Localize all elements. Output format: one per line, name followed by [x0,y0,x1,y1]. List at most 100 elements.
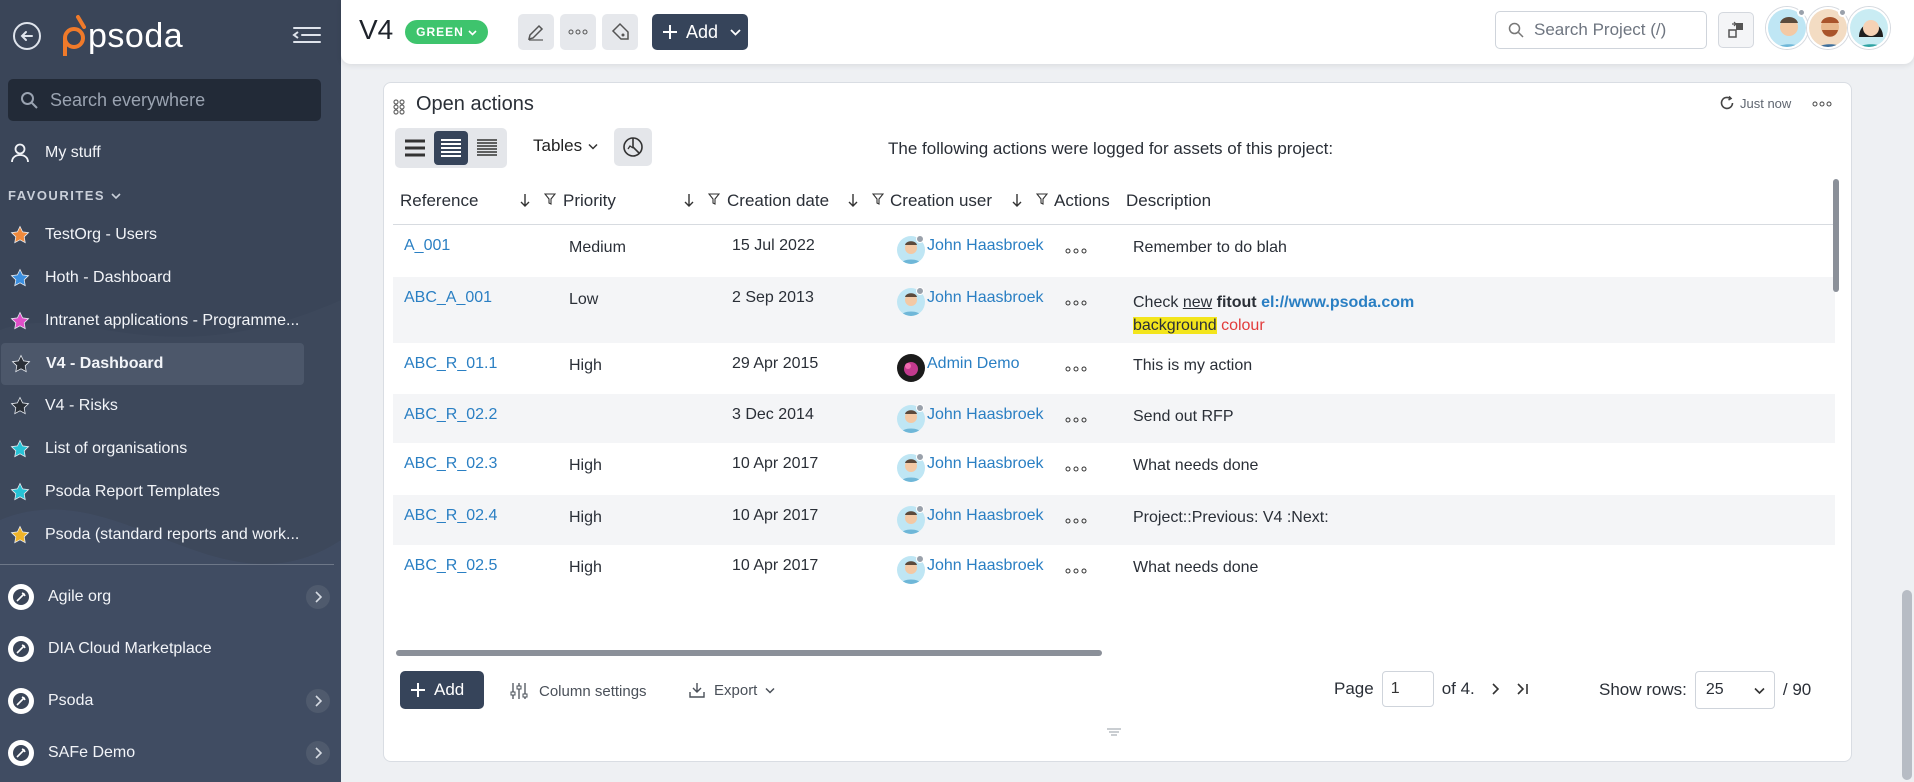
status-badge[interactable]: GREEN [405,20,488,44]
sidebar-org-item[interactable]: Agile org [0,571,341,623]
action-reference-link[interactable]: ABC_R_02.5 [404,557,497,575]
view-type-dropdown[interactable]: Tables [533,136,598,156]
project-search-input[interactable] [1534,20,1704,40]
row-actions-button[interactable] [1065,511,1087,527]
sort-arrow-icon[interactable] [1012,193,1022,207]
sidebar-item-favourite[interactable]: Intranet applications - Programme... [0,300,303,342]
chevron-down-icon [468,29,477,36]
drag-handle-icon[interactable] [393,99,405,115]
expand-org-button[interactable] [306,585,330,609]
creation-user-link[interactable]: John Haasbroek [927,557,1044,575]
avatar[interactable] [1848,7,1890,49]
column-header-creation-user[interactable]: Creation user [890,191,992,211]
view-type-label: Tables [533,136,583,155]
creation-user-link[interactable]: John Haasbroek [927,507,1044,525]
tag-button[interactable] [602,14,638,50]
table-row[interactable]: ABC_R_02.5 High 10 Apr 2017 John Haasbroek W… [393,545,1835,597]
action-reference-link[interactable]: A_001 [404,237,450,255]
table-row[interactable]: ABC_R_02.4 High 10 Apr 2017 John Haasbroek P… [393,495,1835,545]
table-row[interactable]: ABC_R_01.1 High 29 Apr 2015 Admin Demo This … [393,343,1835,394]
chevron-right-icon [315,747,322,759]
table-row[interactable]: A_001 Medium 15 Jul 2022 John Haasbroek Reme… [393,225,1835,277]
density-compact-button[interactable] [470,131,504,165]
more-dots-icon [568,29,588,35]
more-options-button[interactable] [560,14,596,50]
column-header-priority[interactable]: Priority [563,191,616,211]
expand-org-button[interactable] [306,741,330,765]
sidebar-item-favourite[interactable]: Psoda Report Templates [0,471,303,513]
collapse-sidebar-button[interactable] [290,22,324,48]
column-header-creation-date[interactable]: Creation date [727,191,829,211]
page-scrollbar[interactable] [1902,590,1912,780]
creation-user-link[interactable]: John Haasbroek [927,289,1044,307]
action-reference-link[interactable]: ABC_R_02.3 [404,455,497,473]
sidebar-org-item[interactable]: Psoda [0,675,341,727]
column-header-reference[interactable]: Reference [400,191,478,211]
row-actions-button[interactable] [1065,241,1087,257]
creation-user-link[interactable]: John Haasbroek [927,455,1044,473]
table-row[interactable]: ABC_A_001 Low 2 Sep 2013 John Haasbroek Chec… [393,277,1835,343]
avatar-woman-icon [1850,9,1888,47]
sort-arrow-icon[interactable] [520,193,530,207]
back-button[interactable] [13,22,41,50]
psoda-logo[interactable]: psoda [58,14,183,58]
row-actions-button[interactable] [1065,561,1087,577]
row-actions-button[interactable] [1065,410,1087,426]
project-title: V4 [359,14,394,45]
sidebar-org-item[interactable]: DIA Cloud Marketplace [0,623,341,675]
creation-user-link[interactable]: John Haasbroek [927,406,1044,424]
sidebar-item-favourite[interactable]: V4 - Risks [0,385,303,427]
filter-icon[interactable] [544,193,556,205]
last-page-icon[interactable] [1515,682,1531,696]
project-search[interactable] [1495,11,1707,49]
sort-arrow-icon[interactable] [684,193,694,207]
resize-handle-icon[interactable] [1106,727,1122,737]
sidebar-item-favourite[interactable]: Hoth - Dashboard [0,257,303,299]
action-reference-link[interactable]: ABC_A_001 [404,289,492,307]
sidebar-item-favourite[interactable]: V4 - Dashboard [1,343,304,385]
next-page-icon[interactable] [1489,682,1503,696]
global-search[interactable] [8,79,321,121]
creation-user-link[interactable]: Admin Demo [927,355,1019,373]
table-row[interactable]: ABC_R_02.2 3 Dec 2014 John Haasbroek Send o… [393,394,1835,443]
row-actions-button[interactable] [1065,459,1087,475]
horizontal-scrollbar[interactable] [396,650,1102,656]
column-settings-button[interactable]: Column settings [509,681,647,701]
row-actions-button[interactable] [1065,293,1087,309]
sidebar-item-my-stuff[interactable]: My stuff [0,132,101,174]
action-reference-link[interactable]: ABC_R_01.1 [404,355,497,373]
sidebar-item-favourite[interactable]: TestOrg - Users [0,214,303,256]
sidebar-item-favourite[interactable]: Psoda (standard reports and work... [0,514,303,556]
filter-icon[interactable] [872,193,884,205]
row-actions-button[interactable] [1065,359,1087,375]
table-row[interactable]: ABC_R_02.3 High 10 Apr 2017 John Haasbroek W… [393,443,1835,495]
widget-intro-text: The following actions were logged for as… [888,139,1334,158]
sidebar-item-favourite[interactable]: List of organisations [0,428,303,470]
action-reference-link[interactable]: ABC_R_02.4 [404,507,497,525]
sidebar-org-item[interactable]: SAFe Demo [0,727,341,779]
density-comfortable-button[interactable] [398,131,432,165]
refresh-button[interactable]: Just now [1719,95,1791,111]
description-link[interactable]: el://www.psoda.com [1261,294,1414,311]
page-number-input[interactable] [1381,671,1434,707]
add-menu-button[interactable]: Add [652,14,748,50]
action-reference-link[interactable]: ABC_R_02.2 [404,406,497,424]
vertical-scrollbar[interactable] [1833,179,1839,292]
sort-arrow-icon[interactable] [848,193,858,207]
creation-user-link[interactable]: John Haasbroek [927,237,1044,255]
favourites-header[interactable]: FAVOURITES [8,188,121,203]
add-action-button[interactable]: Add [400,671,484,709]
export-dropdown[interactable]: Export [688,681,775,699]
edit-button[interactable] [518,14,554,50]
switch-view-button[interactable] [1718,12,1754,48]
page-count: of 4. [1441,679,1475,698]
filter-icon[interactable] [708,193,720,205]
filter-icon[interactable] [1036,193,1048,205]
widget-menu-button[interactable] [1812,94,1832,112]
expand-org-button[interactable] [306,689,330,713]
chart-button[interactable] [614,128,652,166]
global-search-input[interactable] [50,89,310,111]
column-header-description[interactable]: Description [1126,191,1211,211]
density-normal-button[interactable] [434,131,468,165]
rows-per-page-select[interactable]: 25 [1694,671,1775,709]
